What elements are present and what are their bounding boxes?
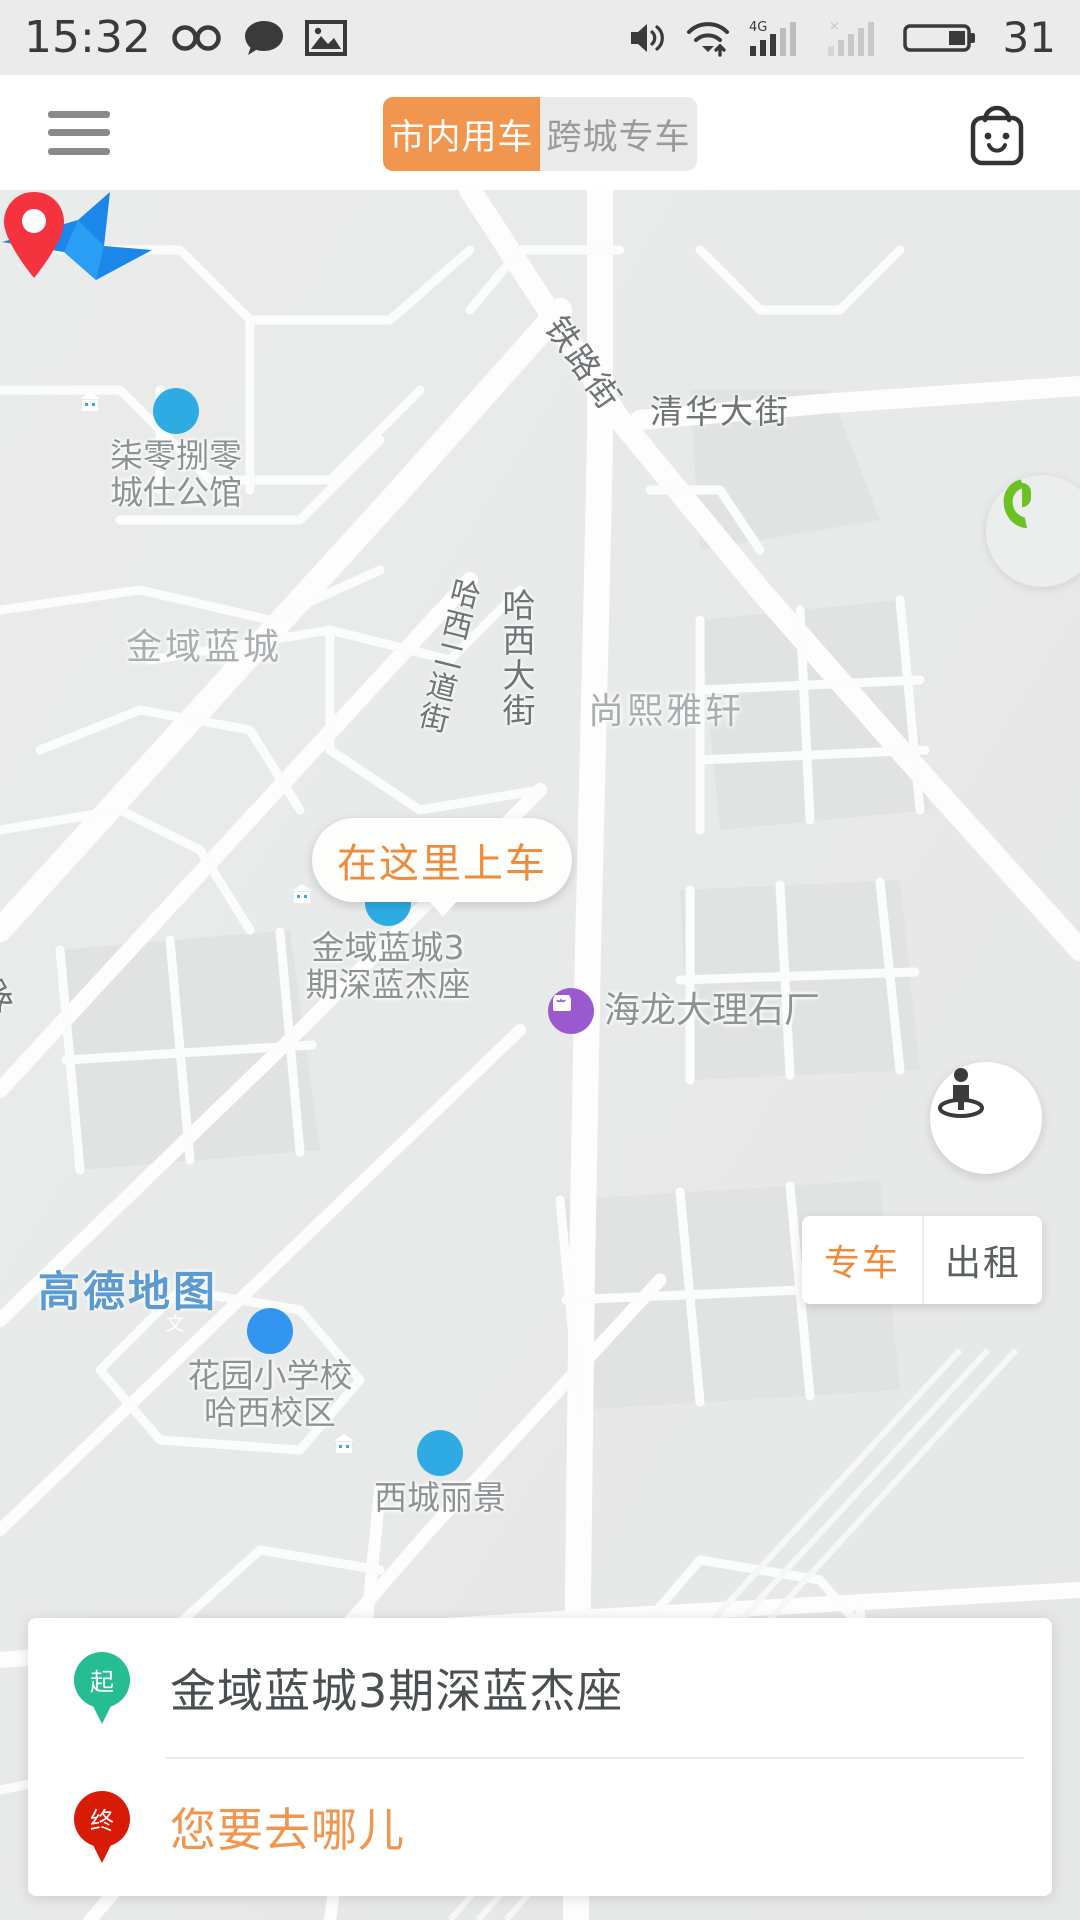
start-pin-icon: 起 (74, 1651, 130, 1724)
poi-label-line1: 花园小学校 (187, 1356, 353, 1395)
poi-qilingbaling[interactable]: 柒零捌零 城仕公馆 (76, 388, 276, 512)
message-icon (244, 20, 283, 55)
booking-card: 起 金域蓝城3期深蓝杰座 终 您要去哪儿 (28, 1618, 1052, 1896)
building-icon (334, 1430, 463, 1476)
street-label-qinghua: 清华大街 (650, 392, 790, 431)
start-pin-badge: 起 (74, 1651, 130, 1724)
map-canvas[interactable]: 铁路街 清华大街 哈西大街 哈西二道街 威路 金域蓝城 尚熙雅轩 柒零捌零 城仕… (0, 190, 1080, 1920)
start-address-text: 金域蓝城3期深蓝杰座 (170, 1663, 624, 1718)
car-type-private[interactable]: 专车 (802, 1216, 922, 1304)
poi-label-line1: 西城丽景 (374, 1478, 506, 1517)
status-bar-right: 4G × 31 (627, 12, 1056, 62)
status-bar-left: 15:32 (24, 11, 347, 63)
status-bar: 15:32 4G × 31 (0, 0, 1080, 75)
hamburger-menu-icon[interactable] (48, 110, 110, 155)
start-address-row[interactable]: 起 金域蓝城3期深蓝杰座 (28, 1618, 1052, 1757)
map-watermark: 高德地图 (38, 1267, 219, 1316)
pickup-callout-text: 在这里上车 (337, 841, 547, 887)
poi-label-line1: 金域蓝城3 (311, 928, 465, 967)
service-mode-segmented-control[interactable]: 市内用车 跨城专车 (383, 97, 697, 171)
sound-icon (630, 23, 664, 52)
shopping-bag-smiley-icon[interactable] (960, 96, 1034, 170)
app-root: 15:32 4G × 31 市内用车 跨城专车 铁路街 清华大街 哈西大街 哈西… (0, 0, 1080, 1920)
poi-xicheng-lijing[interactable]: 西城丽景 (330, 1430, 550, 1517)
car-type-toggle[interactable]: 专车 出租 (802, 1216, 1042, 1304)
red-location-pin (4, 192, 64, 278)
building-icon (80, 388, 199, 434)
poi-hailongmarble[interactable]: 海龙大理石厂 (548, 988, 820, 1034)
signal-disabled-icon: × (827, 19, 874, 56)
tab-city-ride[interactable]: 市内用车 (383, 97, 540, 171)
end-pin-icon: 终 (74, 1790, 130, 1863)
poi-label-line2: 城仕公馆 (110, 472, 242, 512)
street-view-person-icon (938, 1068, 984, 1118)
photo-icon (304, 19, 347, 56)
shop-icon (548, 988, 594, 1034)
area-label-jinyulancheng: 金域蓝城 (126, 627, 283, 668)
svg-text:×: × (829, 19, 840, 34)
battery-percent: 31 (1002, 12, 1056, 62)
signal-4g-icon: 4G (749, 20, 796, 56)
start-pin-label: 起 (90, 1668, 114, 1696)
area-label-shangxiyaxuan: 尚熙雅轩 (588, 691, 745, 732)
app-header: 市内用车 跨城专车 (0, 75, 1080, 190)
infinity-icon (172, 24, 221, 51)
wifi-icon (686, 21, 729, 57)
street-view-button[interactable] (930, 1062, 1042, 1174)
status-time: 15:32 (24, 11, 151, 63)
phone-handset-icon (1003, 479, 1031, 529)
tab-intercity-ride[interactable]: 跨城专车 (540, 97, 697, 171)
poi-label-line2: 哈西校区 (204, 1392, 336, 1432)
car-type-taxi[interactable]: 出租 (922, 1216, 1042, 1304)
end-address-placeholder[interactable]: 您要去哪儿 (170, 1794, 405, 1860)
poi-label-line1: 柒零捌零 (110, 436, 242, 475)
poi-huayuan-primary-school[interactable]: 文 花园小学校 哈西校区 (160, 1308, 380, 1432)
end-pin-label: 终 (90, 1807, 114, 1835)
battery-icon (902, 23, 975, 52)
end-pin-badge: 终 (74, 1790, 130, 1863)
pickup-callout-bubble[interactable]: 在这里上车 (312, 818, 572, 917)
education-icon: 文 (165, 1308, 293, 1354)
poi-label-line1: 海龙大理石厂 (604, 989, 821, 1031)
poi-label-line2: 期深蓝杰座 (305, 964, 471, 1004)
street-label-haxi-dajie: 哈西大街 (497, 588, 536, 728)
end-address-row[interactable]: 终 您要去哪儿 (28, 1757, 1052, 1896)
svg-text:4G: 4G (749, 20, 767, 35)
